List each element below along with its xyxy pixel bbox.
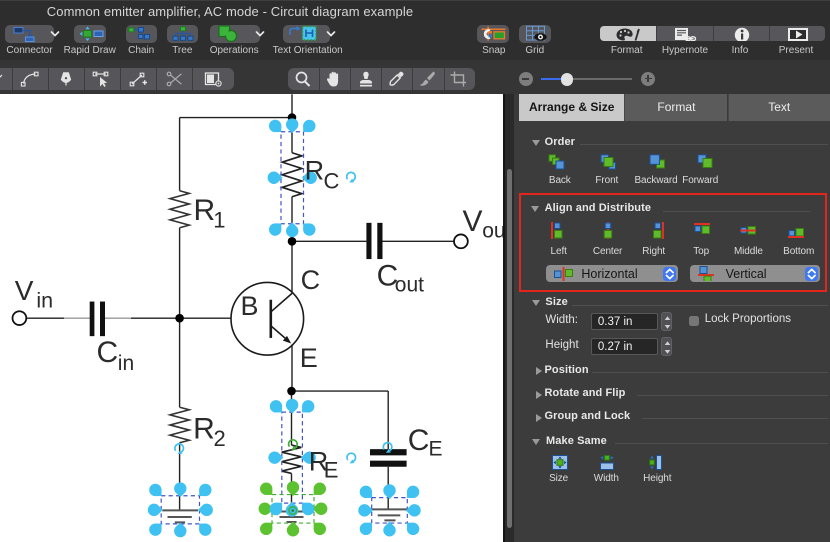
svg-text:E: E [300, 342, 318, 372]
svg-text:R: R [194, 193, 216, 226]
svg-text:C: C [97, 335, 119, 368]
svg-text:C: C [324, 168, 340, 193]
svg-text:E: E [324, 457, 339, 482]
svg-text:E: E [429, 437, 443, 460]
svg-text:2: 2 [214, 425, 226, 450]
svg-text:B: B [241, 291, 259, 321]
svg-text:V: V [463, 204, 483, 237]
svg-text:R: R [305, 155, 325, 185]
svg-text:out: out [395, 273, 424, 296]
svg-text:out: out [482, 219, 504, 242]
svg-text:R: R [193, 412, 215, 445]
svg-text:in: in [118, 351, 134, 374]
svg-text:1: 1 [213, 207, 225, 232]
svg-text:in: in [36, 288, 53, 312]
svg-text:C: C [301, 264, 321, 294]
svg-text:V: V [15, 275, 34, 306]
svg-text:C: C [408, 424, 430, 457]
